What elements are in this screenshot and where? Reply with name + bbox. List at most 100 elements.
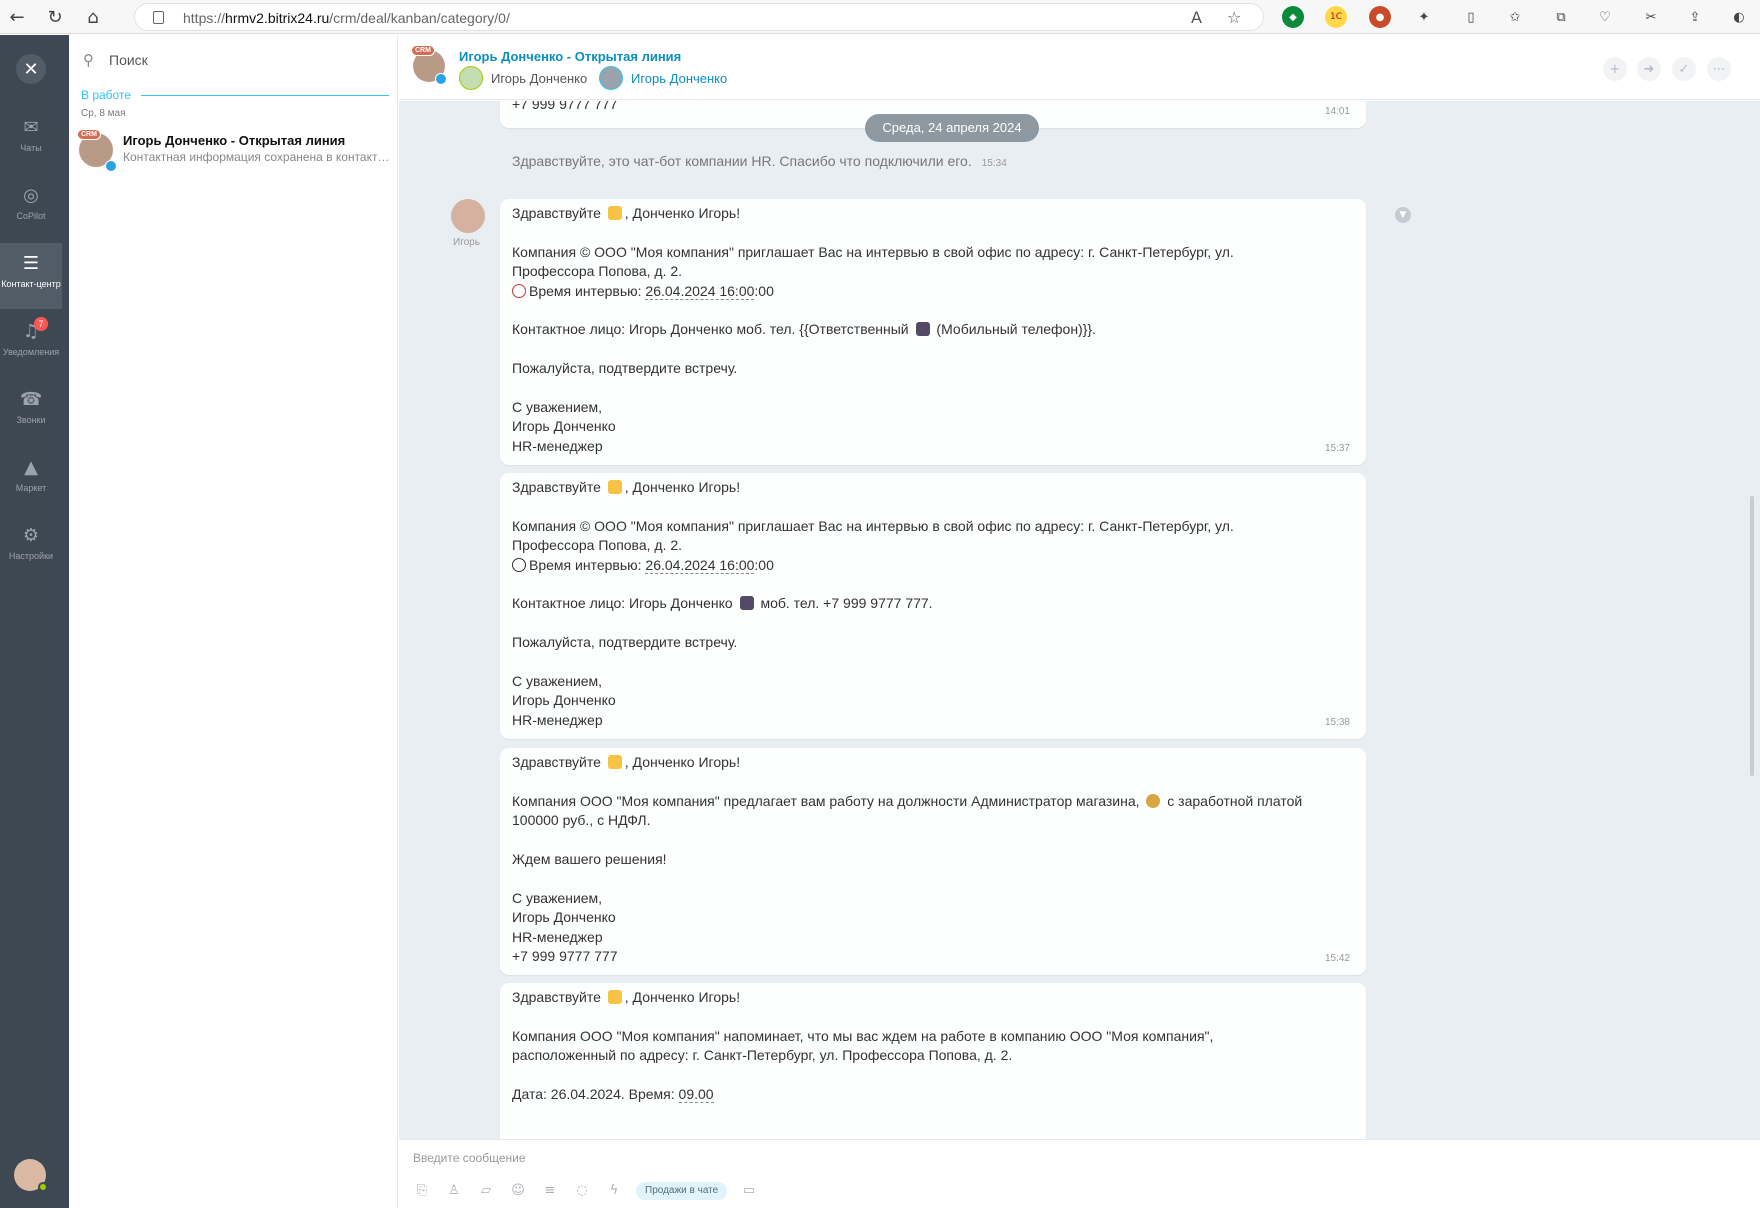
- forward-icon[interactable]: ➜: [1637, 57, 1661, 81]
- recent-chat-item[interactable]: CRM Игорь Донченко - Открытая линия Конт…: [69, 125, 397, 185]
- browser-toolbar: ← ↻ ⌂ https://hrmv2.bitrix24.ru/crm/deal…: [0, 0, 1760, 34]
- participant-client[interactable]: Игорь Донченко: [599, 66, 727, 90]
- left-rail: ✕ ✉ Чаты ◎ CoPilot ☰ Контакт-центр ♫ 7 У…: [0, 35, 69, 1208]
- author-name: Игорь: [453, 237, 480, 248]
- extension-avatar-icon[interactable]: ●: [1369, 6, 1391, 28]
- online-status-indicator: [38, 1182, 48, 1192]
- scrollbar[interactable]: [1750, 496, 1754, 776]
- form-icon[interactable]: ▱: [477, 1182, 495, 1200]
- extensions-puzzle-icon[interactable]: ✦: [1413, 6, 1435, 28]
- recent-chat-title: Игорь Донченко - Открытая линия: [123, 133, 346, 148]
- mobile-phone-icon: [739, 596, 754, 611]
- lock-icon: [153, 11, 164, 24]
- finish-dialog-icon[interactable]: ✓: [1672, 57, 1696, 81]
- add-user-icon[interactable]: +: [1603, 57, 1627, 81]
- section-date: Ср, 8 мая: [81, 108, 126, 119]
- rail-item-label: Маркет: [15, 483, 47, 493]
- quick-answers-icon[interactable]: ≡: [541, 1182, 559, 1200]
- user-icon[interactable]: ♙: [445, 1182, 463, 1200]
- message-composer: ⎘ ♙ ▱ ☺ ≡ ◌ ϟ Продажи в чате ▭: [399, 1139, 1760, 1208]
- message-feed: +7 999 9777 777 14:01 Среда, 24 апреля 2…: [399, 101, 1760, 1139]
- waving-hand-icon: [607, 480, 622, 494]
- message-input[interactable]: [413, 1148, 1713, 1168]
- system-message-text: Здравствуйте, это чат-бот компании HR. С…: [512, 153, 972, 169]
- favorites-icon[interactable]: ✩: [1504, 6, 1526, 28]
- alarm-clock-icon: [512, 283, 526, 298]
- home-icon[interactable]: ⌂: [80, 4, 106, 30]
- rail-item-label: Уведомления: [2, 347, 60, 357]
- collections-icon[interactable]: ⧉: [1550, 6, 1572, 28]
- waving-hand-icon: [607, 755, 622, 769]
- notification-badge: 7: [34, 317, 48, 331]
- clock-icon: [512, 557, 526, 572]
- rail-item-label: Настройки: [8, 551, 54, 561]
- search-icon: ⚲: [83, 51, 94, 69]
- split-screen-icon[interactable]: ▯: [1460, 6, 1482, 28]
- knowledge-base-icon[interactable]: ▭: [740, 1182, 758, 1200]
- rail-item-notifications[interactable]: ♫ 7 Уведомления: [0, 311, 62, 377]
- more-icon[interactable]: ⋯: [1707, 57, 1731, 81]
- hidden-message-icon[interactable]: ◌: [573, 1182, 591, 1200]
- rail-item-chats[interactable]: ✉ Чаты: [0, 107, 62, 173]
- author-avatar[interactable]: [451, 199, 485, 233]
- refresh-icon[interactable]: ↻: [42, 4, 68, 30]
- message-time: 14:01: [1324, 105, 1350, 117]
- contact-center-icon: ☰: [22, 253, 40, 274]
- chevron-down-icon[interactable]: ▼: [1395, 207, 1411, 223]
- browser-essentials-icon[interactable]: ♡: [1594, 6, 1616, 28]
- search-input[interactable]: [109, 49, 379, 71]
- participant-operator[interactable]: Игорь Донченко: [459, 66, 587, 90]
- message-time: 15:38: [1324, 716, 1350, 728]
- extension-shield-icon[interactable]: ◆: [1282, 6, 1304, 28]
- back-icon[interactable]: ←: [4, 4, 30, 30]
- chat-title[interactable]: Игорь Донченко - Открытая линия: [459, 49, 681, 64]
- read-aloud-icon[interactable]: A: [1191, 8, 1202, 27]
- participant-name: Игорь Донченко: [631, 70, 728, 86]
- rail-item-contact-center[interactable]: ☰ Контакт-центр: [0, 243, 62, 309]
- rail-item-label: CoPilot: [16, 211, 46, 221]
- message-bubble: Здравствуйте , Донченко Игорь! Компания …: [500, 748, 1366, 976]
- message-time: 15:42: [1324, 953, 1350, 965]
- system-message: Здравствуйте, это чат-бот компании HR. С…: [512, 153, 1007, 169]
- rail-item-label: Звонки: [16, 415, 46, 425]
- attach-file-icon[interactable]: ⎘: [413, 1182, 431, 1200]
- address-bar[interactable]: https://hrmv2.bitrix24.ru/crm/deal/kanba…: [134, 3, 1264, 31]
- share-icon[interactable]: ⇪: [1684, 6, 1706, 28]
- rail-item-settings[interactable]: ⚙ Настройки: [0, 515, 62, 581]
- message-bubble: Здравствуйте , Донченко Игорь! Компания …: [500, 199, 1366, 466]
- gear-icon: ⚙: [22, 525, 40, 546]
- address-url[interactable]: https://hrmv2.bitrix24.ru/crm/deal/kanba…: [183, 10, 510, 26]
- smile-icon[interactable]: ☺: [509, 1182, 527, 1200]
- market-icon: ▲: [24, 457, 38, 478]
- interview-date-link[interactable]: 26.04.2024 16:00: [645, 556, 755, 574]
- interview-date-link[interactable]: 26.04.2024 16:00: [645, 282, 755, 300]
- section-divider: [141, 95, 389, 96]
- rail-item-label: Контакт-центр: [1, 279, 61, 289]
- copilot-icon: ◎: [23, 185, 39, 206]
- rail-item-calls[interactable]: ☎ Звонки: [0, 379, 62, 445]
- chat-header: CRM Игорь Донченко - Открытая линия Игор…: [399, 35, 1760, 100]
- close-icon[interactable]: ✕: [16, 54, 46, 84]
- extension-1c-icon[interactable]: 1С: [1325, 6, 1347, 28]
- rail-item-copilot[interactable]: ◎ CoPilot: [0, 175, 62, 241]
- message-bubble: Здравствуйте , Донченко Игорь! Компания …: [500, 983, 1366, 1139]
- current-user-avatar[interactable]: [14, 1159, 48, 1192]
- copilot-browser-icon[interactable]: ◐: [1728, 6, 1750, 28]
- crm-badge: CRM: [77, 129, 101, 140]
- phone-icon: ☎: [20, 389, 43, 410]
- message-text: +7 999 9777 777: [512, 101, 618, 113]
- message-bubble: Здравствуйте , Донченко Игорь! Компания …: [500, 473, 1366, 740]
- lightning-icon[interactable]: ϟ: [605, 1182, 623, 1200]
- avatar: [459, 66, 483, 90]
- reminder-time-link[interactable]: 09.00: [678, 1086, 714, 1104]
- mobile-phone-icon: [915, 322, 930, 337]
- recent-chat-preview: Контактная информация сохранена в контак…: [123, 150, 391, 164]
- participant-name: Игорь Донченко: [491, 70, 588, 86]
- screenshot-icon[interactable]: ✂: [1640, 6, 1662, 28]
- avatar: [599, 66, 623, 90]
- rail-item-market[interactable]: ▲ Маркет: [0, 447, 62, 513]
- favorite-star-icon[interactable]: ☆: [1227, 8, 1241, 27]
- telegram-icon: [435, 73, 447, 85]
- chat-icon: ✉: [23, 117, 39, 138]
- sales-in-chat-button[interactable]: Продажи в чате: [636, 1182, 728, 1200]
